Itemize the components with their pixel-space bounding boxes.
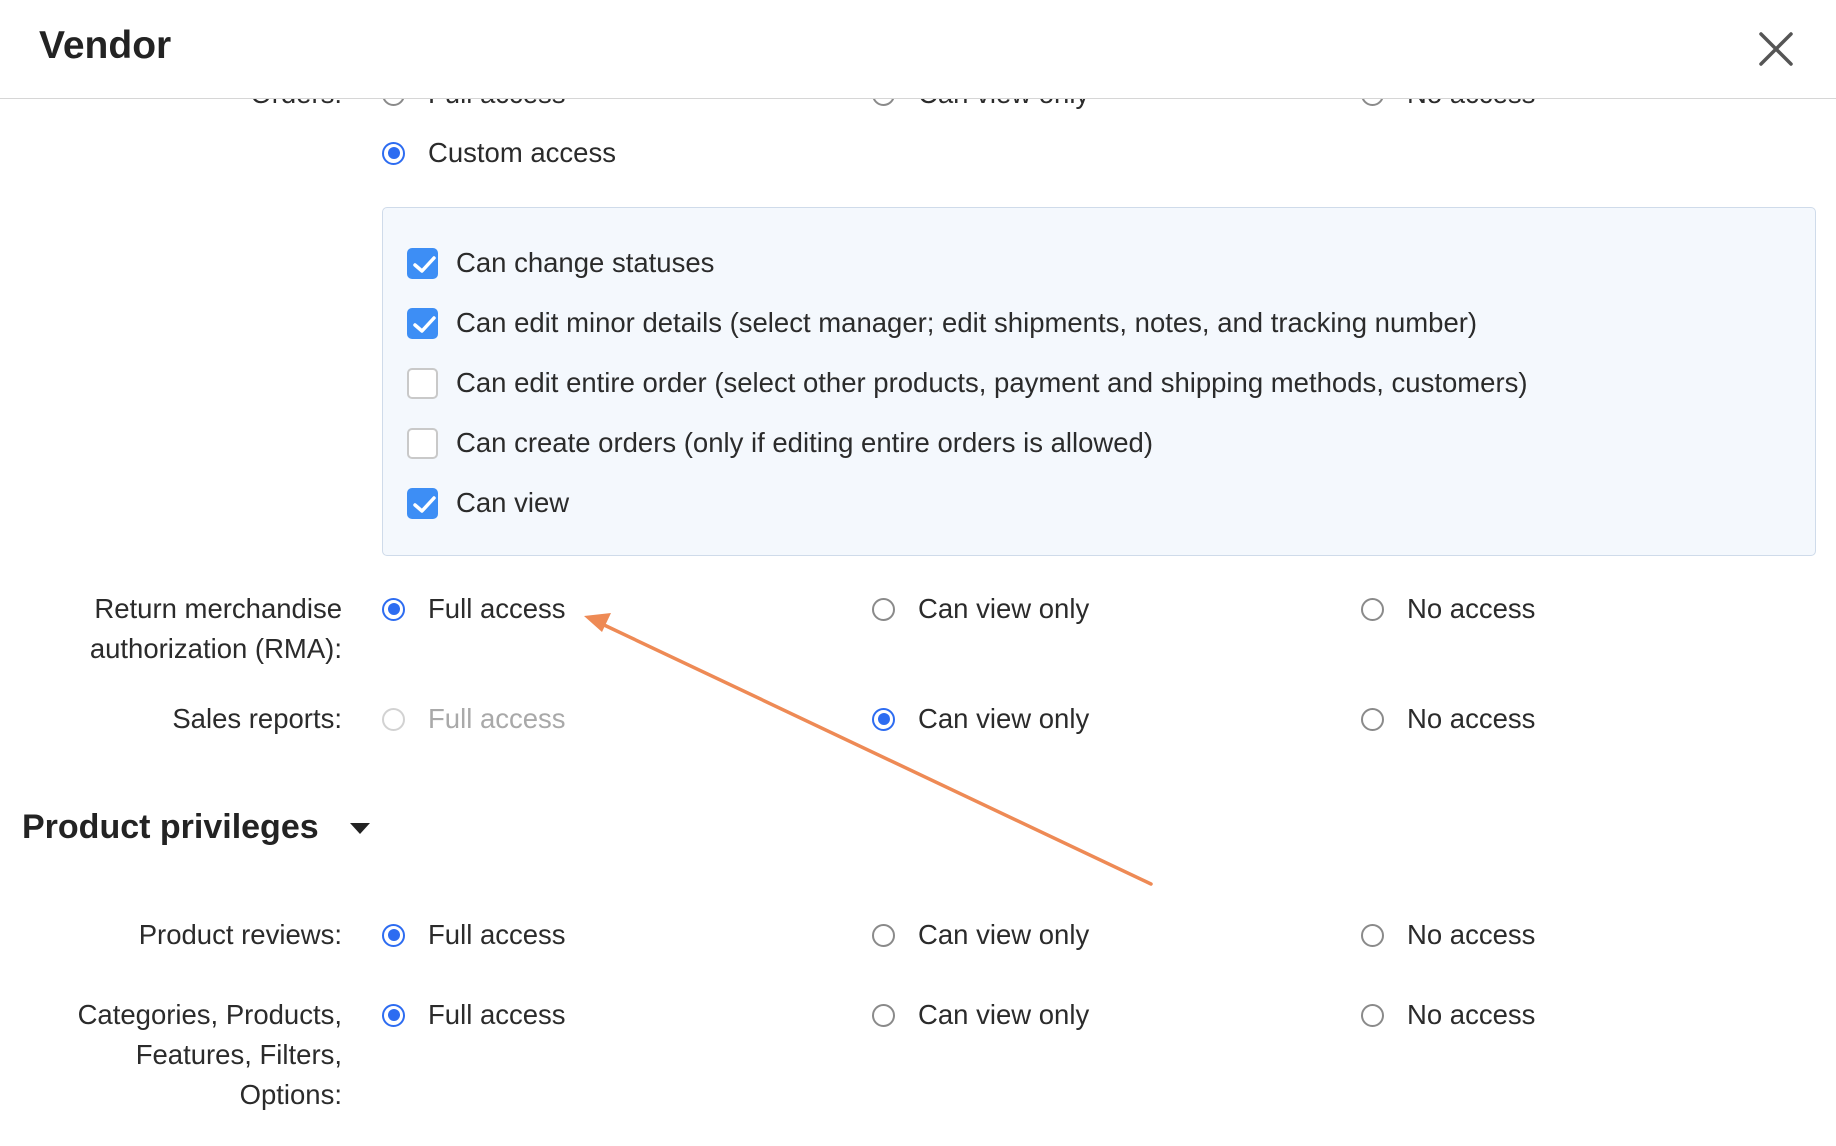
checkbox-icon[interactable] [407, 367, 438, 399]
catalog-full-access-radio[interactable]: Full access [382, 995, 566, 1035]
checkbox-checked-icon[interactable] [407, 487, 438, 519]
catalog-no-access-radio[interactable]: No access [1361, 995, 1535, 1035]
product-privileges-heading: Product privileges [22, 808, 319, 846]
radio-icon[interactable] [872, 923, 895, 947]
radio-icon[interactable] [1361, 923, 1384, 947]
product-reviews-label: Product reviews: [138, 919, 342, 950]
sales-reports-no-access-radio[interactable]: No access [1361, 699, 1535, 739]
rma-no-access-radio[interactable]: No access [1361, 589, 1535, 629]
close-icon[interactable] [1755, 28, 1797, 70]
rma-label-line2: authorization (RMA): [89, 633, 342, 664]
sales-reports-full-access-radio: Full access [382, 699, 566, 739]
radio-icon[interactable] [872, 597, 895, 621]
radio-checked-icon[interactable] [872, 707, 895, 731]
rma-view-only-radio[interactable]: Can view only [872, 589, 1089, 629]
catalog-label-line1: Categories, Products, [77, 999, 342, 1030]
product-reviews-full-access-radio[interactable]: Full access [382, 915, 566, 955]
radio-icon[interactable] [1361, 597, 1384, 621]
caret-down-icon[interactable] [349, 822, 371, 841]
permission-edit-entire-order[interactable]: Can edit entire order (select other prod… [407, 363, 1528, 403]
checkbox-checked-icon[interactable] [407, 307, 438, 339]
radio-checked-icon[interactable] [382, 1003, 405, 1027]
orders-custom-access-radio[interactable]: Custom access [382, 133, 616, 173]
permission-change-statuses[interactable]: Can change statuses [407, 243, 714, 283]
sales-reports-label: Sales reports: [172, 703, 342, 734]
dialog-header: Vendor [0, 0, 1836, 99]
radio-disabled-icon [382, 707, 405, 731]
rma-full-access-radio[interactable]: Full access [382, 589, 566, 629]
catalog-label-line3: Options: [239, 1079, 342, 1110]
product-reviews-no-access-radio[interactable]: No access [1361, 915, 1535, 955]
catalog-view-only-radio[interactable]: Can view only [872, 995, 1089, 1035]
permissions-content: Orders: Full access Can view only No acc… [0, 0, 1836, 1146]
product-reviews-view-only-radio[interactable]: Can view only [872, 915, 1089, 955]
checkbox-icon[interactable] [407, 427, 438, 459]
sales-reports-view-only-radio[interactable]: Can view only [872, 699, 1089, 739]
radio-icon[interactable] [1361, 1003, 1384, 1027]
radio-icon[interactable] [1361, 707, 1384, 731]
radio-checked-icon[interactable] [382, 141, 405, 165]
checkbox-checked-icon[interactable] [407, 247, 438, 279]
radio-icon[interactable] [872, 1003, 895, 1027]
dialog-title: Vendor [39, 24, 172, 67]
permission-edit-minor-details[interactable]: Can edit minor details (select manager; … [407, 303, 1477, 343]
catalog-label-line2: Features, Filters, [135, 1039, 342, 1070]
permission-can-view[interactable]: Can view [407, 483, 569, 523]
permission-create-orders[interactable]: Can create orders (only if editing entir… [407, 423, 1153, 463]
rma-label-line1: Return merchandise [94, 593, 342, 624]
custom-permissions-panel: Can change statuses Can edit minor detai… [382, 207, 1816, 556]
radio-checked-icon[interactable] [382, 597, 405, 621]
radio-checked-icon[interactable] [382, 923, 405, 947]
